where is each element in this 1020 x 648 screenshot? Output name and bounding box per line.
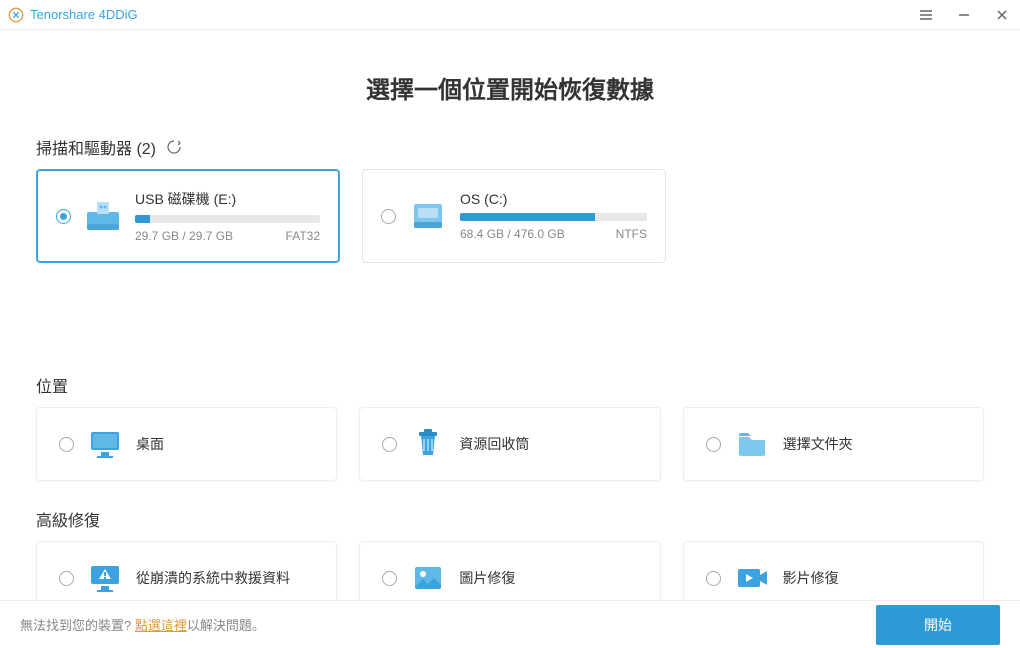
advanced-section: 高級修復 從崩潰的系統中救援資料 圖片修復 影片修復 [36,507,984,615]
video-icon [735,561,769,595]
radio-selected[interactable] [56,209,71,224]
titlebar: Tenorshare 4DDiG [0,0,1020,30]
drives-section-header: 掃描和驅動器 (2) [36,135,984,159]
location-label: 桌面 [136,434,164,454]
usb-drive-icon [83,196,123,236]
drive-progress [460,213,647,221]
radio[interactable] [382,571,397,586]
drive-card-os[interactable]: OS (C:) 68.4 GB / 476.0 GB NTFS [362,169,666,263]
footer-help-text: 無法找到您的裝置? 點選這裡以解決問題。 [20,615,265,634]
drive-card-usb[interactable]: USB 磁碟機 (E:) 29.7 GB / 29.7 GB FAT32 [36,169,340,263]
drives-row: USB 磁碟機 (E:) 29.7 GB / 29.7 GB FAT32 OS … [36,169,984,263]
app-logo-icon [8,7,24,23]
footer-suffix: 以解決問題。 [187,618,265,633]
main-content: 選擇一個位置開始恢復數據 掃描和驅動器 (2) USB 磁碟機 (E:) 29.… [0,70,1020,615]
drive-usage: 29.7 GB / 29.7 GB [135,229,233,243]
drive-name: USB 磁碟機 (E:) [135,189,320,209]
page-title: 選擇一個位置開始恢復數據 [36,70,984,105]
recycle-bin-icon [411,427,445,461]
location-recycle-bin[interactable]: 資源回收筒 [359,407,660,481]
location-desktop[interactable]: 桌面 [36,407,337,481]
drive-bottom-row: 68.4 GB / 476.0 GB NTFS [460,227,647,241]
close-button[interactable] [992,5,1012,25]
drive-progress-fill [135,215,150,223]
locations-section: 位置 桌面 資源回收筒 選擇文件夾 [36,373,984,481]
start-button[interactable]: 開始 [876,605,1000,645]
refresh-icon[interactable] [166,139,182,155]
titlebar-controls [916,5,1012,25]
advanced-label: 從崩潰的系統中救援資料 [136,568,290,588]
drive-info: OS (C:) 68.4 GB / 476.0 GB NTFS [460,191,647,241]
advanced-label: 影片修復 [783,568,839,588]
drive-info: USB 磁碟機 (E:) 29.7 GB / 29.7 GB FAT32 [135,189,320,243]
radio[interactable] [706,437,721,452]
location-label: 資源回收筒 [459,434,529,454]
photo-icon [411,561,445,595]
menu-icon[interactable] [916,5,936,25]
locations-row: 桌面 資源回收筒 選擇文件夾 [36,407,984,481]
drive-progress-fill [460,213,595,221]
drive-fs: NTFS [616,227,647,241]
location-label: 選擇文件夾 [783,434,853,454]
internal-drive-icon [408,196,448,236]
app-title: Tenorshare 4DDiG [30,7,138,22]
locations-title: 位置 [36,373,68,397]
drive-progress [135,215,320,223]
footer-prefix: 無法找到您的裝置? [20,618,135,633]
footer: 無法找到您的裝置? 點選這裡以解決問題。 開始 [0,600,1020,648]
location-select-folder[interactable]: 選擇文件夾 [683,407,984,481]
radio[interactable] [59,571,74,586]
radio[interactable] [59,437,74,452]
crashed-system-icon [88,561,122,595]
drive-bottom-row: 29.7 GB / 29.7 GB FAT32 [135,229,320,243]
footer-link[interactable]: 點選這裡 [135,618,187,633]
drives-section-title: 掃描和驅動器 (2) [36,135,156,159]
radio-unselected[interactable] [381,209,396,224]
titlebar-left: Tenorshare 4DDiG [8,7,138,23]
advanced-label: 圖片修復 [459,568,515,588]
radio[interactable] [382,437,397,452]
folder-icon [735,427,769,461]
desktop-icon [88,427,122,461]
drive-name: OS (C:) [460,191,647,207]
drive-fs: FAT32 [286,229,320,243]
advanced-title: 高級修復 [36,507,100,531]
drive-usage: 68.4 GB / 476.0 GB [460,227,565,241]
radio[interactable] [706,571,721,586]
minimize-button[interactable] [954,5,974,25]
